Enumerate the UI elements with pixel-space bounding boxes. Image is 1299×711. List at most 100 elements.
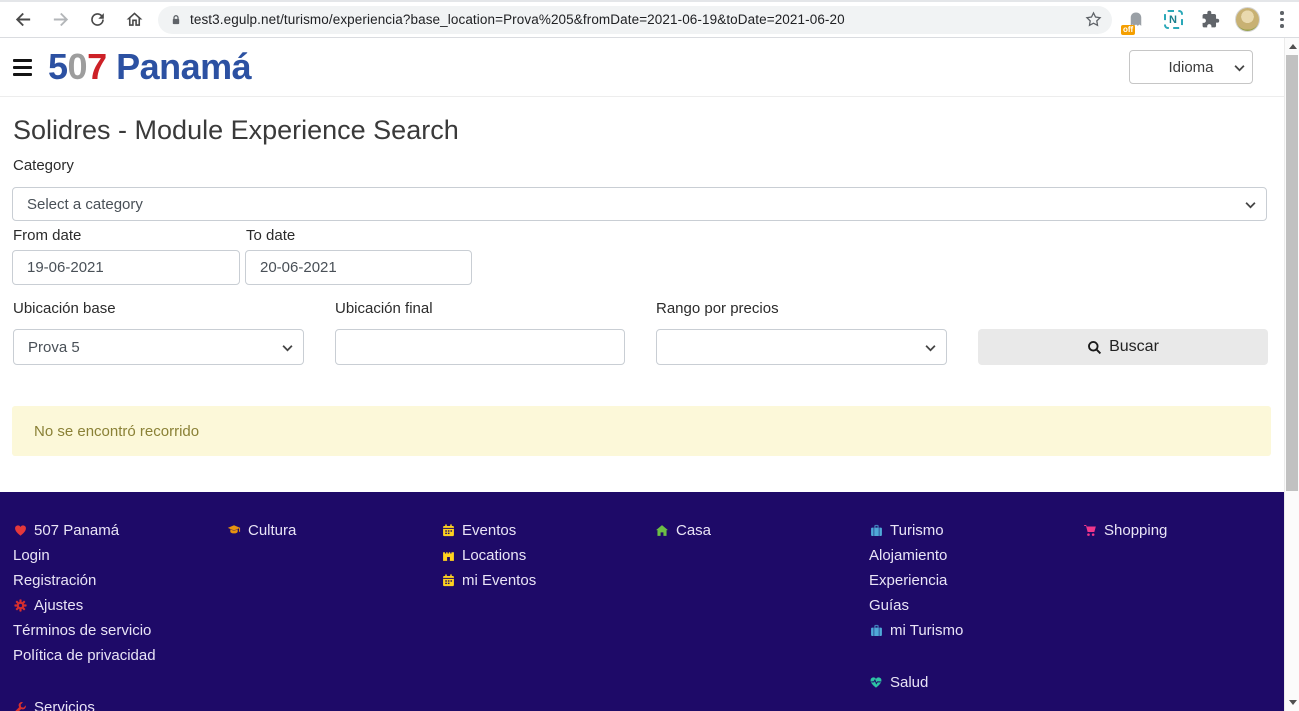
footer-link-salud[interactable]: Salud (869, 670, 1083, 695)
footer-link-label: Alojamiento (869, 547, 947, 564)
footer-link-label: mi Eventos (462, 572, 536, 589)
scrollbar-thumb[interactable] (1286, 55, 1298, 491)
footer-column-5: Turismo Alojamiento Experiencia Guías mi Tur… (869, 518, 1083, 711)
footer-link-terminos-de-servicio[interactable]: Términos de servicio (13, 618, 227, 643)
to-date-label: To date (246, 227, 295, 244)
search-button-label: Buscar (1109, 338, 1159, 356)
adblock-off-badge: off (1121, 25, 1135, 35)
bookmark-star-icon[interactable] (1085, 11, 1102, 28)
footer-link-label: Eventos (462, 522, 516, 539)
calendar-icon (441, 524, 455, 537)
footer-column-4: Casa (655, 518, 869, 711)
from-date-label: From date (13, 227, 81, 244)
profile-avatar[interactable] (1235, 7, 1260, 32)
footer-link-label: Política de privacidad (13, 647, 156, 664)
home-icon (655, 524, 669, 537)
footer-link-label: Ajustes (34, 597, 83, 614)
footer-link-label: mi Turismo (890, 622, 963, 639)
footer-link-ajustes[interactable]: Ajustes (13, 593, 227, 618)
category-select[interactable]: Select a category (12, 187, 1267, 221)
from-date-value: 19-06-2021 (27, 259, 104, 276)
footer-link-label: Turismo (890, 522, 944, 539)
base-location-label: Ubicación base (13, 300, 116, 317)
chevron-down-icon (1245, 201, 1256, 209)
category-select-value: Select a category (27, 196, 143, 213)
footer-link-registracion[interactable]: Registración (13, 568, 227, 593)
footer-link-mi-eventos[interactable]: mi Eventos (441, 568, 655, 593)
suitcase-icon (869, 624, 883, 637)
footer-link-label: Experiencia (869, 572, 947, 589)
scrollbar-up-arrow[interactable] (1285, 39, 1299, 54)
suitcase-icon (869, 524, 883, 537)
final-location-input[interactable] (335, 329, 625, 365)
footer-link-mi-turismo[interactable]: mi Turismo (869, 618, 1083, 643)
reload-button[interactable] (84, 7, 110, 33)
castle-icon (441, 549, 455, 562)
footer-link-politica-de-privacidad[interactable]: Política de privacidad (13, 643, 227, 668)
graduation-cap-icon (227, 524, 241, 537)
page-title: Solidres - Module Experience Search (13, 115, 459, 146)
logo-digit-5: 5 (48, 46, 68, 87)
footer-link-label: Términos de servicio (13, 622, 151, 639)
footer-link-locations[interactable]: Locations (441, 543, 655, 568)
chevron-down-icon (925, 344, 936, 352)
adblock-extension-icon[interactable]: off (1124, 8, 1148, 32)
lock-icon (170, 13, 182, 26)
chevron-down-icon (282, 344, 293, 352)
extensions-puzzle-icon[interactable] (1198, 8, 1222, 32)
menu-toggle-button[interactable] (13, 59, 32, 76)
footer-link-507-panama[interactable]: 507 Panamá (13, 518, 227, 543)
footer-link-experiencia[interactable]: Experiencia (869, 568, 1083, 593)
footer-link-label: 507 Panamá (34, 522, 119, 539)
heart-icon (13, 524, 27, 537)
base-location-select[interactable]: Prova 5 (13, 329, 304, 365)
footer-link-servicios[interactable]: Servicios (13, 695, 227, 711)
footer-column-1: 507 Panamá Login Registración Ajustes Términ… (13, 518, 227, 711)
price-range-select[interactable] (656, 329, 947, 365)
footer-link-turismo[interactable]: Turismo (869, 518, 1083, 543)
footer-link-label: Casa (676, 522, 711, 539)
to-date-input[interactable]: 20-06-2021 (245, 250, 472, 285)
calendar-icon (441, 574, 455, 587)
footer-link-guias[interactable]: Guías (869, 593, 1083, 618)
address-bar[interactable]: test3.egulp.net/turismo/experiencia?base… (158, 6, 1112, 34)
forward-button[interactable] (47, 7, 73, 33)
search-icon (1087, 340, 1102, 355)
scrollbar-down-arrow[interactable] (1285, 695, 1299, 710)
footer-link-eventos[interactable]: Eventos (441, 518, 655, 543)
browser-toolbar: test3.egulp.net/turismo/experiencia?base… (0, 0, 1299, 38)
footer-link-label: Salud (890, 674, 928, 691)
browser-menu-button[interactable] (1273, 11, 1291, 28)
logo-digit-0: 0 (68, 46, 88, 87)
language-select[interactable]: Idioma (1129, 50, 1253, 84)
footer-link-label: Shopping (1104, 522, 1167, 539)
footer-link-label: Locations (462, 547, 526, 564)
footer-link-label: Cultura (248, 522, 296, 539)
url-text: test3.egulp.net/turismo/experiencia?base… (190, 12, 1077, 27)
footer-link-alojamiento[interactable]: Alojamiento (869, 543, 1083, 568)
category-label: Category (13, 157, 74, 174)
page-scrollbar (1284, 38, 1299, 711)
chevron-down-icon (1234, 64, 1245, 72)
logo-digit-7: 7 (87, 46, 107, 87)
footer-link-label: Login (13, 547, 50, 564)
back-button[interactable] (10, 7, 36, 33)
footer-link-casa[interactable]: Casa (655, 518, 869, 543)
footer-link-shopping[interactable]: Shopping (1083, 518, 1284, 543)
gear-icon (13, 599, 27, 612)
footer-link-label: Registración (13, 572, 96, 589)
home-button[interactable] (121, 7, 147, 33)
final-location-label: Ubicación final (335, 300, 433, 317)
footer-link-label: Guías (869, 597, 909, 614)
footer-column-2: Cultura (227, 518, 441, 711)
site-logo[interactable]: 507 Panamá (48, 49, 251, 85)
alert-message: No se encontró recorrido (34, 423, 199, 440)
notes-extension-icon[interactable]: N (1161, 8, 1185, 32)
search-button[interactable]: Buscar (978, 329, 1268, 365)
experience-search-module: Solidres - Module Experience Search Cate… (0, 97, 1284, 492)
footer-link-cultura[interactable]: Cultura (227, 518, 441, 543)
site-header: 507 Panamá Idioma (0, 38, 1284, 97)
from-date-input[interactable]: 19-06-2021 (12, 250, 240, 285)
footer-link-label: Servicios (34, 699, 95, 711)
footer-link-login[interactable]: Login (13, 543, 227, 568)
